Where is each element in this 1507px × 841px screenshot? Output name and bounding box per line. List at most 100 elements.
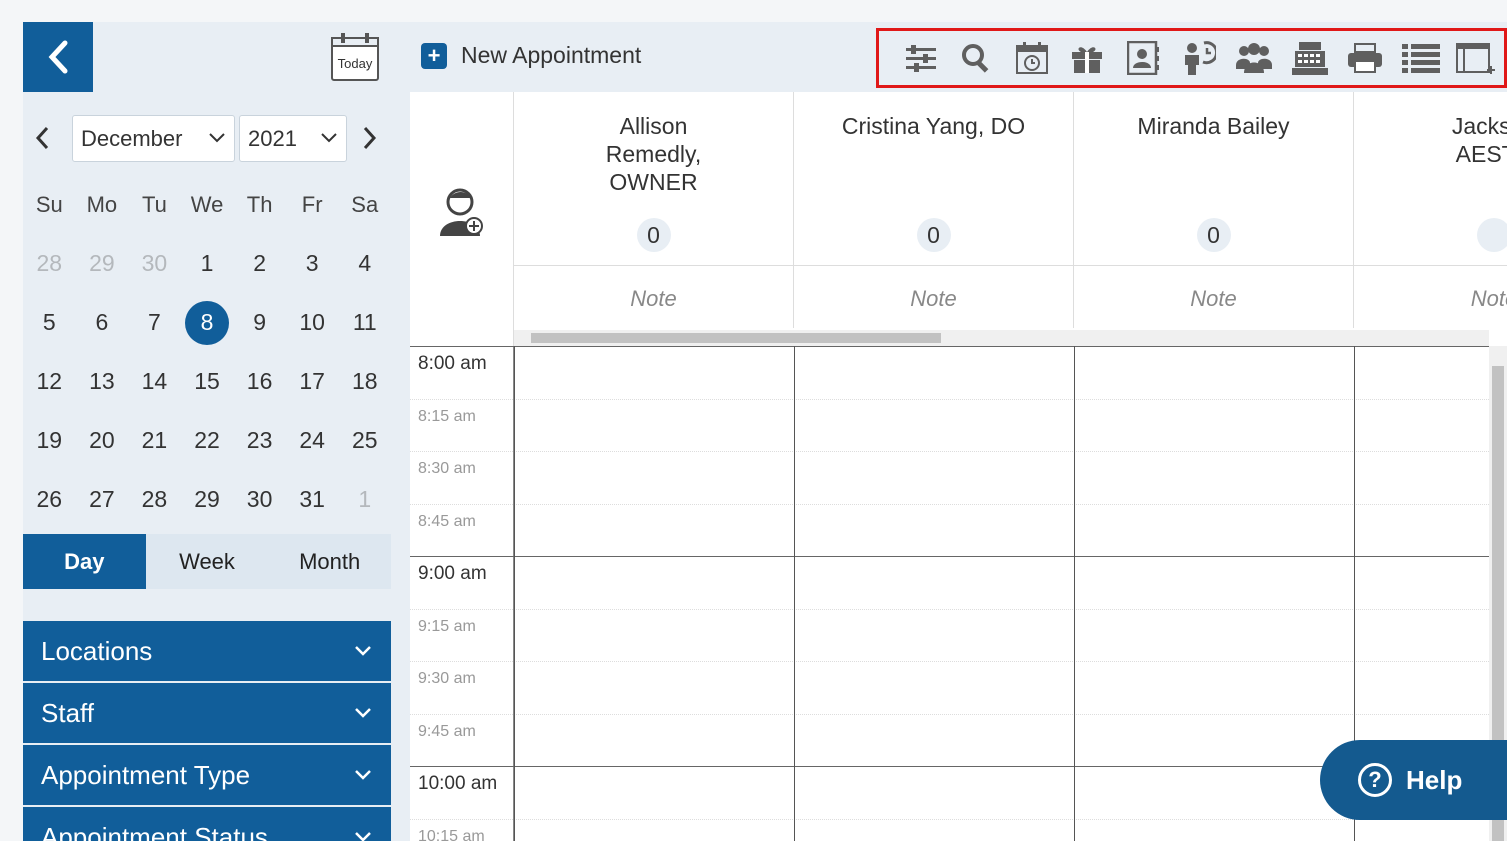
weekday-label: Su <box>35 191 63 217</box>
calendar-day[interactable]: 11 <box>338 309 391 336</box>
add-user-icon[interactable] <box>438 186 486 238</box>
calendar-day[interactable]: 28 <box>23 250 76 277</box>
filter-appointment-type[interactable]: Appointment Type <box>23 745 391 805</box>
calendar-day[interactable]: 29 <box>181 486 234 513</box>
calendar-day[interactable]: 1 <box>338 486 391 513</box>
today-button[interactable]: Today <box>330 32 380 82</box>
staff-note[interactable]: Note <box>1354 265 1507 328</box>
calendar-day[interactable]: 14 <box>128 368 181 395</box>
staff-note[interactable]: Note <box>1074 265 1353 328</box>
calendar-day[interactable]: 2 <box>233 250 286 277</box>
calendar-clock-icon[interactable] <box>1004 36 1060 80</box>
calendar-day-selected[interactable]: 8 <box>181 300 234 345</box>
time-slot[interactable]: 8:00 am <box>410 346 1507 399</box>
help-label: Help <box>1406 764 1463 795</box>
time-label: 8:00 am <box>418 353 487 374</box>
printer-icon[interactable] <box>1337 36 1393 80</box>
time-slot[interactable]: 10:15 am <box>410 818 1507 841</box>
toolbar-icons <box>876 28 1507 88</box>
calendar-day[interactable]: 13 <box>76 368 129 395</box>
sliders-icon[interactable] <box>893 36 949 80</box>
tab-month[interactable]: Month <box>268 534 391 589</box>
time-slot[interactable]: 8:15 am <box>410 398 1507 452</box>
today-label: Today <box>338 56 373 71</box>
filter-appointment-status[interactable]: Appointment Status <box>23 807 391 841</box>
time-slot[interactable]: 9:00 am <box>410 556 1507 609</box>
filter-staff[interactable]: Staff <box>23 683 391 743</box>
chevron-right-icon <box>363 126 377 150</box>
calendar-day[interactable]: 22 <box>181 427 234 454</box>
staff-note[interactable]: Note <box>514 265 793 328</box>
calendar-day[interactable]: 15 <box>181 368 234 395</box>
question-icon: ? <box>1358 763 1392 797</box>
time-slot[interactable]: 9:30 am <box>410 661 1507 714</box>
horizontal-scrollbar[interactable] <box>514 330 1489 346</box>
time-slot[interactable]: 8:45 am <box>410 503 1507 557</box>
calendar-day[interactable]: 7 <box>128 309 181 336</box>
calendar-day[interactable]: 5 <box>23 309 76 336</box>
calendar-day[interactable]: 9 <box>233 309 286 336</box>
cash-register-icon[interactable] <box>1282 36 1338 80</box>
calendar-day[interactable]: 31 <box>286 486 339 513</box>
scrollbar-thumb[interactable] <box>531 333 941 343</box>
column-divider <box>1074 346 1075 841</box>
staff-name: Jackson AESTH <box>1451 113 1507 167</box>
time-slot[interactable]: 9:15 am <box>410 608 1507 662</box>
calendar-day[interactable]: 30 <box>128 250 181 277</box>
chevron-down-icon <box>355 646 371 656</box>
calendar-day[interactable]: 18 <box>338 368 391 395</box>
staff-note[interactable]: Note <box>794 265 1073 328</box>
calendar-day[interactable]: 25 <box>338 427 391 454</box>
month-select[interactable]: December <box>72 115 235 162</box>
calendar-day[interactable]: 19 <box>23 427 76 454</box>
prev-month-button[interactable] <box>33 123 57 155</box>
help-button[interactable]: ? Help <box>1320 740 1507 820</box>
search-icon[interactable] <box>949 36 1005 80</box>
calendar-day[interactable]: 26 <box>23 486 76 513</box>
group-icon[interactable] <box>1226 36 1282 80</box>
new-appointment-button[interactable]: + New Appointment <box>421 42 641 69</box>
calendar-day[interactable]: 20 <box>76 427 129 454</box>
back-button[interactable] <box>23 22 93 92</box>
tab-day[interactable]: Day <box>23 534 146 589</box>
gift-icon[interactable] <box>1060 36 1116 80</box>
staff-column-header[interactable]: Jackson AESTH Note <box>1354 92 1507 328</box>
calendar-day[interactable]: 16 <box>233 368 286 395</box>
contact-card-icon[interactable] <box>1115 36 1171 80</box>
waitlist-icon[interactable] <box>1171 36 1227 80</box>
appointment-count-badge: 0 <box>1196 218 1231 252</box>
next-month-button[interactable] <box>359 123 383 155</box>
staff-column-header[interactable]: Cristina Yang, DO 0 Note <box>794 92 1074 328</box>
calendar-day[interactable]: 6 <box>76 309 129 336</box>
calendar-day[interactable]: 10 <box>286 309 339 336</box>
month-navigation: December 2021 <box>23 115 391 163</box>
list-icon[interactable] <box>1393 36 1449 80</box>
calendar-day[interactable]: 24 <box>286 427 339 454</box>
calendar-day[interactable]: 29 <box>76 250 129 277</box>
filter-panels: Locations Staff Appointment Type Appoint… <box>23 621 391 841</box>
calendar-day[interactable]: 23 <box>233 427 286 454</box>
filter-locations[interactable]: Locations <box>23 621 391 681</box>
staff-column-header[interactable]: Miranda Bailey 0 Note <box>1074 92 1354 328</box>
year-value: 2021 <box>248 126 297 151</box>
calendar-day[interactable]: 28 <box>128 486 181 513</box>
calendar-day[interactable]: 17 <box>286 368 339 395</box>
staff-column-header[interactable]: Allison Remedly, OWNER 0 Note <box>514 92 794 328</box>
calendar-day[interactable]: 21 <box>128 427 181 454</box>
time-slot[interactable]: 8:30 am <box>410 451 1507 504</box>
column-divider <box>514 346 515 841</box>
calendar-day[interactable]: 30 <box>233 486 286 513</box>
calendar-day[interactable]: 27 <box>76 486 129 513</box>
tab-week[interactable]: Week <box>146 534 269 589</box>
weekday-label: Mo <box>86 191 118 217</box>
calendar-day[interactable]: 3 <box>286 250 339 277</box>
window-add-icon[interactable] <box>1448 36 1504 80</box>
calendar-day[interactable]: 1 <box>181 250 234 277</box>
calendar-day[interactable]: 4 <box>338 250 391 277</box>
chevron-down-icon <box>321 133 337 143</box>
time-label: 9:45 am <box>418 722 476 740</box>
year-select[interactable]: 2021 <box>239 115 347 162</box>
calendar-day[interactable]: 12 <box>23 368 76 395</box>
mini-calendar: Su Mo Tu We Th Fr Sa 28 29 30 1 2 3 4 5 … <box>23 175 391 529</box>
weekday-label: Fr <box>301 191 323 217</box>
